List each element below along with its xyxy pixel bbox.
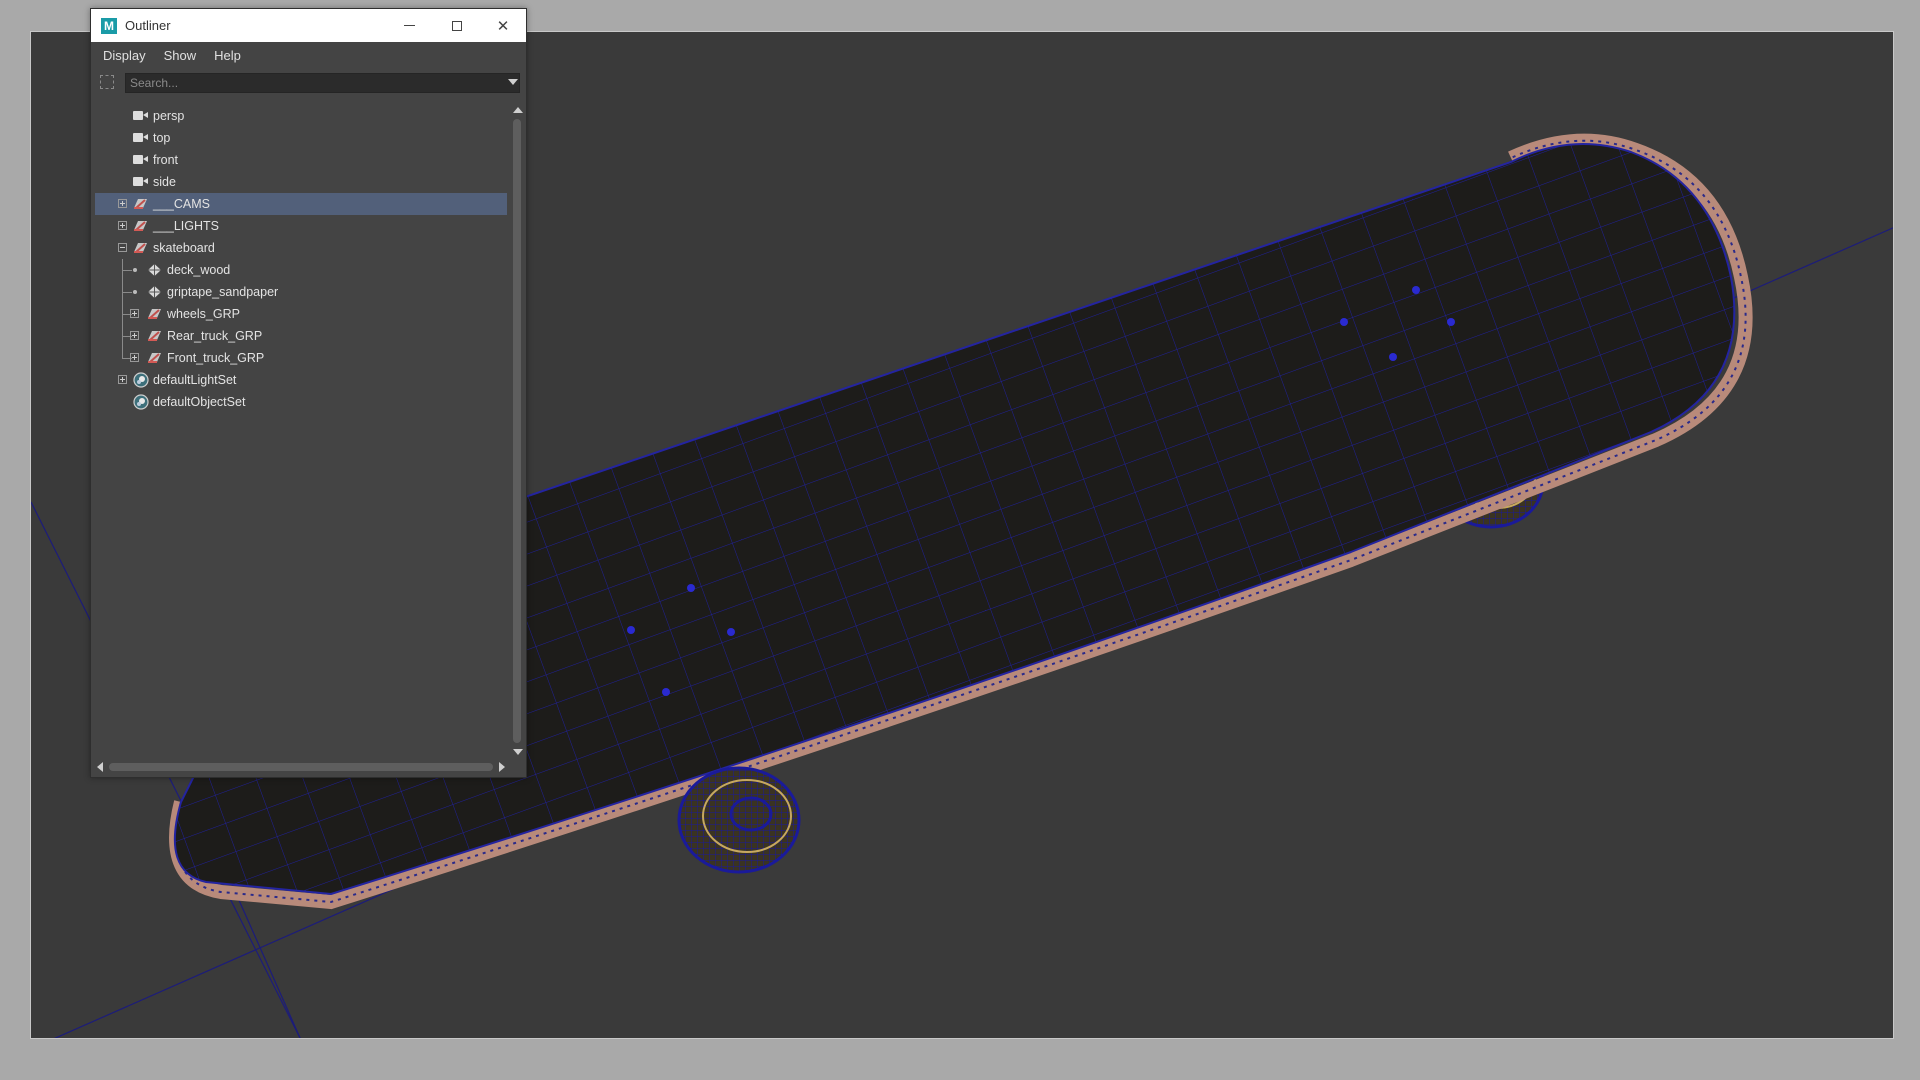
- menu-display[interactable]: Display: [103, 48, 146, 63]
- scroll-left-arrow-icon[interactable]: [97, 762, 103, 772]
- camera-icon: [133, 133, 148, 142]
- outliner-item-label: side: [153, 175, 176, 189]
- outliner-item-label: deck_wood: [167, 263, 231, 277]
- mesh-icon: [147, 285, 162, 299]
- outliner-item-cams[interactable]: ___CAMS: [95, 193, 507, 215]
- group-icon: [133, 219, 148, 233]
- vertical-scroll-thumb[interactable]: [513, 119, 521, 743]
- scroll-down-arrow-icon[interactable]: [513, 749, 523, 755]
- hierarchy-line: [122, 270, 132, 271]
- group-icon: [133, 197, 148, 211]
- outliner-item-lights[interactable]: ___LIGHTS: [95, 215, 507, 237]
- outliner-item-persp[interactable]: persp: [95, 105, 507, 127]
- menu-bar: Display Show Help: [91, 42, 526, 68]
- expand-icon[interactable]: [130, 353, 139, 362]
- outliner-item-label: defaultObjectSet: [153, 395, 246, 409]
- horizontal-scroll-thumb[interactable]: [109, 763, 493, 771]
- expand-icon[interactable]: [130, 331, 139, 340]
- mesh-icon: [147, 263, 162, 277]
- search-options-dropdown-icon[interactable]: [508, 79, 518, 85]
- window-title: Outliner: [125, 18, 171, 33]
- outliner-item-label: persp: [153, 109, 185, 123]
- outliner-item-label: top: [153, 131, 171, 145]
- outliner-item-deck-wood[interactable]: deck_wood: [95, 259, 507, 281]
- outliner-item-defaultlightset[interactable]: defaultLightSet: [95, 369, 507, 391]
- set-icon: [133, 372, 149, 388]
- expand-icon[interactable]: [118, 375, 127, 384]
- outliner-item-front[interactable]: front: [95, 149, 507, 171]
- window-titlebar[interactable]: M Outliner ✕: [91, 9, 526, 42]
- expand-icon[interactable]: [118, 221, 127, 230]
- camera-icon: [133, 177, 148, 186]
- outliner-item-label: Rear_truck_GRP: [167, 329, 263, 343]
- menu-help[interactable]: Help: [214, 48, 241, 63]
- group-icon: [147, 307, 162, 321]
- hierarchy-line: [122, 292, 132, 293]
- outliner-tree: persp top front side ___CAMS ___LIGHTSskatebo…: [95, 105, 507, 753]
- minimize-button[interactable]: [386, 9, 432, 42]
- leaf-dot-icon: [133, 268, 137, 272]
- expand-icon[interactable]: [118, 199, 127, 208]
- outliner-item-label: skateboard: [153, 241, 215, 255]
- vertical-scrollbar[interactable]: [509, 105, 525, 757]
- horizontal-scrollbar[interactable]: [95, 759, 507, 775]
- outliner-item-label: ___LIGHTS: [153, 219, 220, 233]
- outliner-item-wheels-grp[interactable]: wheels_GRP: [95, 303, 507, 325]
- front-wheel: [677, 766, 801, 874]
- search-input[interactable]: [125, 73, 520, 93]
- collapse-icon[interactable]: [118, 243, 127, 252]
- outliner-item-rear-truck-grp[interactable]: Rear_truck_GRP: [95, 325, 507, 347]
- outliner-item-label: Front_truck_GRP: [167, 351, 265, 365]
- selection-filter-icon[interactable]: [100, 75, 114, 89]
- close-button[interactable]: ✕: [480, 9, 526, 42]
- group-icon: [133, 241, 148, 255]
- outliner-item-label: front: [153, 153, 179, 167]
- close-icon: ✕: [496, 17, 510, 35]
- minimize-icon: [403, 25, 415, 26]
- menu-show[interactable]: Show: [164, 48, 197, 63]
- outliner-item-label: wheels_GRP: [167, 307, 240, 321]
- expand-icon[interactable]: [130, 309, 139, 318]
- set-icon: [133, 394, 149, 410]
- hierarchy-line: [122, 347, 123, 358]
- maximize-button[interactable]: [434, 9, 480, 42]
- maya-app-icon: M: [101, 17, 117, 34]
- outliner-item-label: griptape_sandpaper: [167, 285, 279, 299]
- outliner-item-front-truck-grp[interactable]: Front_truck_GRP: [95, 347, 507, 369]
- group-icon: [147, 329, 162, 343]
- search-row: [91, 72, 526, 94]
- camera-icon: [133, 111, 148, 120]
- outliner-item-label: ___CAMS: [153, 197, 210, 211]
- maximize-icon: [452, 20, 462, 31]
- leaf-dot-icon: [133, 290, 137, 294]
- outliner-item-defaultobjectset[interactable]: defaultObjectSet: [95, 391, 507, 413]
- group-icon: [147, 351, 162, 365]
- camera-icon: [133, 155, 148, 164]
- scroll-right-arrow-icon[interactable]: [499, 762, 505, 772]
- outliner-item-griptape-sandpaper[interactable]: griptape_sandpaper: [95, 281, 507, 303]
- outliner-item-top[interactable]: top: [95, 127, 507, 149]
- scroll-up-arrow-icon[interactable]: [513, 107, 523, 113]
- outliner-window[interactable]: M Outliner ✕ Display Show Help persp top f…: [90, 8, 527, 778]
- outliner-item-skateboard[interactable]: skateboard: [95, 237, 507, 259]
- outliner-item-side[interactable]: side: [95, 171, 507, 193]
- outliner-item-label: defaultLightSet: [153, 373, 237, 387]
